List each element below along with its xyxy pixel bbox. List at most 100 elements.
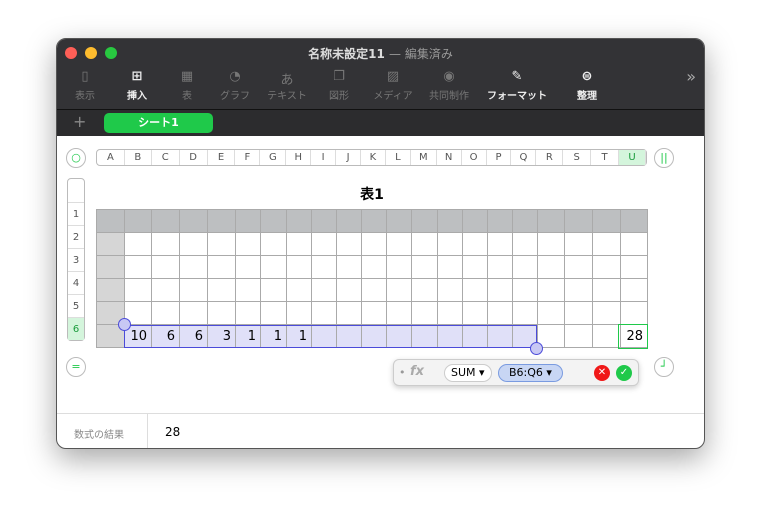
cell-E1[interactable] xyxy=(207,209,236,233)
cell-N2[interactable] xyxy=(437,232,463,256)
column-header-J[interactable]: J xyxy=(336,150,361,165)
cell-U2[interactable] xyxy=(620,232,648,256)
cell-E4[interactable] xyxy=(207,278,236,302)
cell-K2[interactable] xyxy=(361,232,387,256)
cell-T6[interactable] xyxy=(592,324,621,348)
cell-H2[interactable] xyxy=(286,232,312,256)
cell-O1[interactable] xyxy=(462,209,488,233)
row-header-4[interactable]: 4 xyxy=(68,271,84,294)
column-header-R[interactable]: R xyxy=(536,150,564,165)
cell-B3[interactable] xyxy=(124,255,152,279)
cell-H5[interactable] xyxy=(286,301,312,325)
cell-Q5[interactable] xyxy=(512,301,538,325)
cell-L2[interactable] xyxy=(386,232,412,256)
cell-P1[interactable] xyxy=(487,209,513,233)
cell-U5[interactable] xyxy=(620,301,648,325)
selection-handle-start[interactable] xyxy=(118,318,131,331)
accept-formula-icon[interactable]: ✓ xyxy=(616,365,632,381)
toolbar-organize[interactable]: ⊜ 整理 xyxy=(557,69,617,102)
row-header-3[interactable]: 3 xyxy=(68,248,84,271)
cell-M5[interactable] xyxy=(411,301,438,325)
cell-C3[interactable] xyxy=(151,255,180,279)
cell-E5[interactable] xyxy=(207,301,236,325)
cell-I5[interactable] xyxy=(311,301,337,325)
cell-F6[interactable]: 1 xyxy=(235,324,261,348)
cell-S1[interactable] xyxy=(564,209,593,233)
cell-R5[interactable] xyxy=(537,301,565,325)
cell-K5[interactable] xyxy=(361,301,387,325)
cell-E6[interactable]: 3 xyxy=(207,324,236,348)
toolbar-chart[interactable]: ◔ グラフ xyxy=(205,69,265,102)
cell-I2[interactable] xyxy=(311,232,337,256)
column-header-T[interactable]: T xyxy=(591,150,620,165)
cell-R1[interactable] xyxy=(537,209,565,233)
column-header-P[interactable]: P xyxy=(487,150,512,165)
cell-N4[interactable] xyxy=(437,278,463,302)
column-header-H[interactable]: H xyxy=(286,150,312,165)
cancel-formula-icon[interactable]: ✕ xyxy=(594,365,610,381)
cell-F4[interactable] xyxy=(235,278,261,302)
cell-L5[interactable] xyxy=(386,301,412,325)
cell-G1[interactable] xyxy=(260,209,287,233)
cell-T1[interactable] xyxy=(592,209,621,233)
cell-B1[interactable] xyxy=(124,209,152,233)
row-header-5[interactable]: 5 xyxy=(68,294,84,317)
cell-I6[interactable] xyxy=(311,324,337,348)
cell-I4[interactable] xyxy=(311,278,337,302)
cell-R4[interactable] xyxy=(537,278,565,302)
cell-M1[interactable] xyxy=(411,209,438,233)
toolbar-text[interactable]: あテキスト xyxy=(257,69,317,102)
cell-D6[interactable]: 6 xyxy=(179,324,208,348)
cell-T2[interactable] xyxy=(592,232,621,256)
cell-E2[interactable] xyxy=(207,232,236,256)
cell-N1[interactable] xyxy=(437,209,463,233)
column-header-S[interactable]: S xyxy=(563,150,592,165)
cell-M4[interactable] xyxy=(411,278,438,302)
cell-S5[interactable] xyxy=(564,301,593,325)
cell-U3[interactable] xyxy=(620,255,648,279)
cell-L3[interactable] xyxy=(386,255,412,279)
column-header-C[interactable]: C xyxy=(152,150,180,165)
cell-H4[interactable] xyxy=(286,278,312,302)
cell-C5[interactable] xyxy=(151,301,180,325)
cell-A1[interactable] xyxy=(96,209,125,233)
cell-N5[interactable] xyxy=(437,301,463,325)
cell-N3[interactable] xyxy=(437,255,463,279)
add-sheet-button[interactable]: + xyxy=(73,112,86,131)
cell-J3[interactable] xyxy=(336,255,362,279)
column-header-F[interactable]: F xyxy=(235,150,261,165)
row-header-2[interactable]: 2 xyxy=(68,225,84,248)
column-header-E[interactable]: E xyxy=(208,150,236,165)
formula-result-cell[interactable] xyxy=(618,324,648,349)
table-grid[interactable]: 10 6 6 3 1 1 1 28 xyxy=(96,209,648,348)
cell-C1[interactable] xyxy=(151,209,180,233)
cell-I3[interactable] xyxy=(311,255,337,279)
cell-O5[interactable] xyxy=(462,301,488,325)
tab-sheet1[interactable]: シート1 xyxy=(104,113,213,133)
toolbar-format[interactable]: ✎ フォーマット xyxy=(487,69,547,102)
cell-U4[interactable] xyxy=(620,278,648,302)
select-table-handle[interactable]: ○ xyxy=(66,148,86,168)
cell-B4[interactable] xyxy=(124,278,152,302)
row-header-1[interactable]: 1 xyxy=(68,202,84,225)
cell-L4[interactable] xyxy=(386,278,412,302)
more-chevron-icon[interactable]: » xyxy=(686,67,696,86)
column-add-handle[interactable]: || xyxy=(654,148,674,168)
cell-G6[interactable]: 1 xyxy=(260,324,287,348)
cell-U1[interactable] xyxy=(620,209,648,233)
cell-K6[interactable] xyxy=(361,324,387,348)
cell-C2[interactable] xyxy=(151,232,180,256)
row-add-handle[interactable]: = xyxy=(66,357,86,377)
range-token[interactable]: B6:Q6 ▾ xyxy=(498,364,563,382)
cell-A2[interactable] xyxy=(96,232,125,256)
cell-H3[interactable] xyxy=(286,255,312,279)
toolbar-collaborate[interactable]: ◉ 共同制作 xyxy=(419,69,479,102)
cell-I1[interactable] xyxy=(311,209,337,233)
column-header-A[interactable]: A xyxy=(97,150,125,165)
selection-handle-end[interactable] xyxy=(530,342,543,355)
resize-table-handle[interactable]: ┘ xyxy=(654,357,674,377)
cell-R3[interactable] xyxy=(537,255,565,279)
cell-M2[interactable] xyxy=(411,232,438,256)
toolbar-media[interactable]: ▨ メディア xyxy=(363,69,423,102)
cell-O6[interactable] xyxy=(462,324,488,348)
